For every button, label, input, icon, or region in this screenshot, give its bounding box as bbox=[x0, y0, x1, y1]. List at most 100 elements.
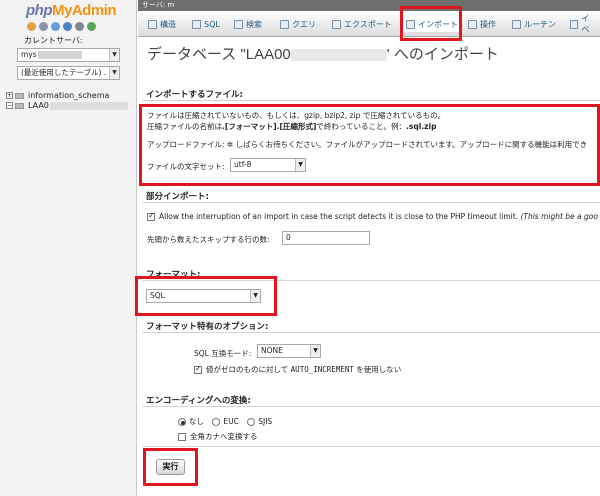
encoding-option-euc[interactable]: EUC bbox=[212, 417, 239, 426]
main-content: データベース "LAA00 ' へのインポート インポートするファイル: ファイル… bbox=[135, 38, 600, 496]
server-select-value: mys bbox=[21, 50, 37, 59]
chevron-down-icon: ▼ bbox=[109, 49, 119, 61]
encoding-radio-group: なし EUC SJIS bbox=[178, 416, 272, 427]
tab-export[interactable]: エクスポート bbox=[328, 16, 396, 32]
section-heading-encoding: エンコーディングへの変換: bbox=[146, 396, 251, 406]
sql-icon bbox=[192, 19, 201, 29]
events-icon bbox=[570, 19, 579, 29]
tab-label: 操作 bbox=[480, 19, 496, 29]
export-icon bbox=[332, 19, 341, 29]
no-auto-increment-label-post: を使用しない bbox=[353, 365, 402, 374]
database-icon bbox=[15, 92, 24, 99]
allow-interrupt-option[interactable]: Allow the interruption of an import in c… bbox=[147, 211, 598, 221]
exit-icon[interactable] bbox=[39, 22, 48, 31]
tab-label: エクスポート bbox=[344, 19, 392, 29]
divider bbox=[142, 446, 600, 447]
phpmyadmin-logo[interactable]: phpMyAdmin bbox=[26, 2, 117, 19]
chevron-down-icon: ▼ bbox=[310, 345, 320, 357]
section-heading-import-file: インポートするファイル: bbox=[146, 90, 243, 100]
sql-compat-select[interactable]: NONE ▼ bbox=[257, 344, 321, 358]
routines-icon bbox=[512, 19, 521, 29]
tab-label: イベ bbox=[581, 14, 590, 34]
tab-label: 検索 bbox=[246, 19, 262, 29]
breadcrumb-server[interactable]: サーバ: m bbox=[142, 1, 174, 9]
encoding-option-sjis[interactable]: SJIS bbox=[247, 417, 272, 426]
collapse-icon[interactable]: − bbox=[6, 102, 13, 109]
recent-tables-value: (最近使用したテーブル) . bbox=[21, 68, 107, 77]
current-server-label: カレントサーバ: bbox=[24, 36, 83, 45]
tab-bar: 構造 SQL 検索 クエリ エクスポート インポート 操作 ルーチン イベ bbox=[138, 11, 600, 37]
skip-rows-label: 先頭から数えたスキップする行の数: bbox=[147, 235, 270, 244]
tab-search[interactable]: 検索 bbox=[230, 16, 266, 32]
tab-label: クエリ bbox=[292, 19, 316, 29]
allow-interrupt-note: (This might be a goo bbox=[520, 212, 598, 221]
navigation-panel: phpMyAdmin カレントサーバ: mys ▼ (最近使用したテーブル) .… bbox=[0, 0, 137, 496]
search-icon bbox=[234, 19, 243, 29]
reload-icon[interactable] bbox=[87, 22, 96, 31]
kana-convert-option[interactable]: 全角カナへ変換する bbox=[178, 431, 258, 442]
db-name[interactable]: LAA0 bbox=[28, 101, 49, 110]
radio-none[interactable] bbox=[178, 418, 186, 426]
highlight-box-format bbox=[135, 276, 277, 316]
tab-label: SQL bbox=[204, 19, 220, 29]
divider bbox=[142, 100, 600, 101]
page-title-suffix: ' へのインポート bbox=[386, 46, 499, 63]
page-title: データベース "LAA00 ' へのインポート bbox=[147, 43, 499, 64]
docs-icon[interactable] bbox=[63, 22, 72, 31]
kana-convert-checkbox[interactable] bbox=[178, 433, 186, 441]
no-auto-increment-option[interactable]: 値がゼロのものに対して AUTO_INCREMENT を使用しない bbox=[194, 364, 401, 375]
chevron-down-icon: ▼ bbox=[109, 67, 119, 79]
tab-sql[interactable]: SQL bbox=[188, 16, 224, 32]
structure-icon bbox=[148, 19, 157, 29]
database-icon bbox=[15, 102, 24, 109]
page-title-prefix: データベース "LAA00 bbox=[147, 46, 291, 63]
logo-php-text: php bbox=[26, 2, 53, 19]
highlight-box-import-tab bbox=[400, 6, 462, 41]
redacted-block bbox=[49, 101, 128, 110]
radio-label: EUC bbox=[223, 417, 239, 426]
tab-events[interactable]: イベ bbox=[566, 14, 600, 34]
section-heading-partial-import: 部分インポート: bbox=[146, 192, 209, 202]
divider bbox=[142, 202, 600, 203]
kana-convert-label: 全角カナへ変換する bbox=[190, 432, 258, 441]
query-window-icon[interactable] bbox=[51, 22, 60, 31]
no-auto-increment-code: AUTO_INCREMENT bbox=[290, 365, 354, 374]
db-tree-item[interactable]: − LAA0 bbox=[6, 101, 128, 110]
divider bbox=[142, 332, 600, 333]
tab-routines[interactable]: ルーチン bbox=[508, 16, 560, 32]
db-name[interactable]: information_schema bbox=[28, 91, 109, 100]
tab-label: 構造 bbox=[160, 19, 176, 29]
tab-query[interactable]: クエリ bbox=[276, 16, 320, 32]
nav-icon-bar bbox=[27, 22, 96, 31]
tab-operations[interactable]: 操作 bbox=[464, 16, 500, 32]
radio-sjis[interactable] bbox=[247, 418, 256, 426]
no-auto-increment-checkbox[interactable] bbox=[194, 364, 202, 374]
redacted-block bbox=[37, 51, 82, 59]
wrench-icon bbox=[468, 19, 477, 29]
divider bbox=[142, 406, 600, 407]
radio-label: SJIS bbox=[258, 417, 273, 426]
recent-tables-select[interactable]: (最近使用したテーブル) . ▼ bbox=[17, 66, 120, 80]
query-icon bbox=[280, 19, 289, 29]
encoding-option-none[interactable]: なし bbox=[178, 417, 204, 426]
sql-compat-label: SQL 互換モード: bbox=[194, 349, 252, 358]
db-tree-item[interactable]: + information_schema bbox=[6, 91, 109, 100]
redacted-block bbox=[290, 49, 387, 62]
no-auto-increment-label-pre: 値がゼロのものに対して bbox=[206, 365, 291, 374]
radio-euc[interactable] bbox=[212, 418, 221, 426]
allow-interrupt-label: Allow the interruption of an import in c… bbox=[159, 212, 519, 221]
logo-admin-text: Admin bbox=[71, 2, 117, 19]
tab-structure[interactable]: 構造 bbox=[144, 16, 180, 32]
allow-interrupt-checkbox[interactable] bbox=[147, 211, 155, 221]
breadcrumb: サーバ: m bbox=[138, 0, 600, 11]
settings-icon[interactable] bbox=[75, 22, 84, 31]
highlight-box-import-file bbox=[139, 104, 600, 186]
section-heading-format-options: フォーマット特有のオプション: bbox=[146, 322, 269, 332]
home-icon[interactable] bbox=[27, 22, 36, 31]
server-select[interactable]: mys ▼ bbox=[17, 48, 120, 62]
skip-rows-input[interactable]: 0 bbox=[282, 231, 370, 245]
logo-my-text: My bbox=[52, 2, 72, 19]
highlight-box-go-button bbox=[143, 448, 198, 486]
expand-icon[interactable]: + bbox=[6, 92, 13, 99]
tab-label: ルーチン bbox=[524, 19, 556, 29]
